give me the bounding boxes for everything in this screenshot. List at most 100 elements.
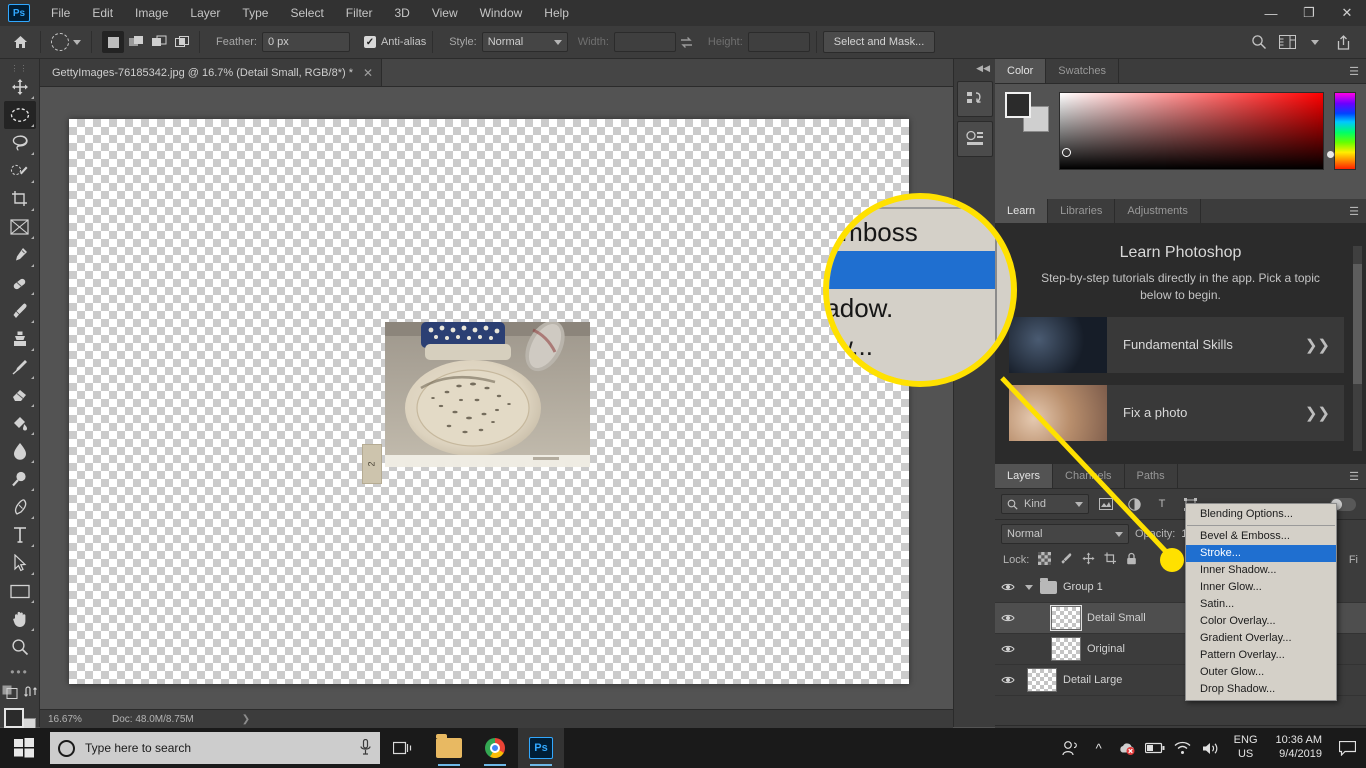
task-view-icon[interactable] — [380, 728, 426, 768]
select-and-mask-button[interactable]: Select and Mask... — [822, 31, 936, 53]
more-tools-button[interactable]: ••• — [0, 665, 39, 679]
menu-window[interactable]: Window — [469, 2, 534, 24]
lock-transparency-icon[interactable] — [1038, 552, 1052, 568]
visibility-toggle-icon[interactable] — [999, 613, 1017, 623]
context-menu-item-stroke[interactable]: Stroke... — [1186, 545, 1336, 562]
panel-menu-icon[interactable]: ☰ — [1342, 464, 1366, 488]
lock-all-icon[interactable] — [1126, 552, 1137, 568]
menu-image[interactable]: Image — [124, 2, 179, 24]
lock-artboard-icon[interactable] — [1104, 552, 1117, 568]
layer-name[interactable]: Original — [1087, 643, 1125, 655]
adjustment-filter-icon[interactable] — [1123, 494, 1145, 514]
volume-icon[interactable] — [1198, 728, 1224, 768]
learn-panel-scrollbar[interactable] — [1353, 246, 1362, 451]
subtract-from-selection-button[interactable] — [148, 31, 170, 53]
menu-select[interactable]: Select — [279, 2, 334, 24]
maximize-button[interactable]: ❐ — [1290, 0, 1328, 26]
artboard-transparent-checkerboard[interactable]: 2 — [69, 119, 909, 684]
layer-style-context-menu[interactable]: Blending Options... Bevel & Emboss... St… — [1185, 503, 1337, 701]
panel-menu-icon[interactable]: ☰ — [1342, 59, 1366, 83]
quick-selection-tool[interactable] — [4, 157, 36, 185]
filter-kind-select[interactable]: Kind — [1001, 494, 1089, 514]
pixel-filter-icon[interactable] — [1095, 494, 1117, 514]
frame-tool[interactable] — [4, 213, 36, 241]
battery-icon[interactable] — [1142, 728, 1168, 768]
blur-tool[interactable] — [4, 437, 36, 465]
menu-file[interactable]: File — [40, 2, 81, 24]
context-menu-item-gradient-overlay[interactable]: Gradient Overlay... — [1186, 630, 1336, 647]
style-select[interactable]: Normal — [481, 32, 568, 52]
close-icon[interactable]: ✕ — [363, 66, 373, 80]
learn-card-fundamental-skills[interactable]: Fundamental Skills ❯❯ — [1009, 316, 1344, 373]
lock-position-icon[interactable] — [1082, 552, 1095, 568]
onedrive-icon[interactable] — [1114, 728, 1140, 768]
width-input[interactable] — [613, 32, 676, 52]
foreground-color-swatch[interactable] — [1005, 92, 1031, 118]
zoom-level[interactable]: 16.67% — [40, 714, 100, 725]
microphone-icon[interactable] — [359, 738, 372, 758]
panel-menu-icon[interactable]: ☰ — [1342, 199, 1366, 223]
layer-thumbnail[interactable] — [1050, 605, 1082, 631]
toolbar-grip[interactable]: ⋮⋮ — [0, 63, 39, 73]
context-menu-item-inner-glow[interactable]: Inner Glow... — [1186, 579, 1336, 596]
notification-icon[interactable] — [1332, 728, 1362, 768]
tab-paths[interactable]: Paths — [1125, 464, 1178, 488]
lock-image-icon[interactable] — [1060, 552, 1073, 568]
status-expand-icon[interactable]: ❯ — [242, 714, 250, 725]
edit-in-quick-mask-icon[interactable] — [2, 685, 18, 702]
feather-input[interactable]: 0 px — [261, 32, 350, 52]
swap-colors-icon[interactable] — [23, 685, 38, 702]
layer-image-detail-small[interactable] — [385, 322, 590, 467]
context-menu-item-blending-options[interactable]: Blending Options... — [1186, 506, 1336, 523]
gradient-tool[interactable] — [4, 409, 36, 437]
dodge-tool[interactable] — [4, 465, 36, 493]
expand-group-icon[interactable] — [1023, 584, 1034, 590]
context-menu-item-satin[interactable]: Satin... — [1186, 596, 1336, 613]
brush-tool[interactable] — [4, 297, 36, 325]
layer-thumbnail[interactable] — [1051, 637, 1081, 661]
document-tab[interactable]: GettyImages-76185342.jpg @ 16.7% (Detail… — [40, 59, 383, 86]
anti-alias-checkbox[interactable]: ✓ Anti-alias — [363, 36, 426, 48]
eyedropper-tool[interactable] — [4, 241, 36, 269]
menu-3d[interactable]: 3D — [383, 2, 420, 24]
hue-slider[interactable] — [1326, 92, 1356, 170]
file-explorer-icon[interactable] — [426, 728, 472, 768]
context-menu-item-bevel-emboss[interactable]: Bevel & Emboss... — [1186, 528, 1336, 545]
elliptical-marquee-tool[interactable] — [3, 101, 36, 129]
minimize-button[interactable]: — — [1252, 0, 1290, 26]
intersect-selection-button[interactable] — [171, 31, 193, 53]
history-panel-icon[interactable] — [956, 81, 993, 117]
menu-filter[interactable]: Filter — [335, 2, 384, 24]
hand-tool[interactable] — [4, 605, 36, 633]
clone-stamp-tool[interactable] — [4, 325, 36, 353]
chevron-down-icon[interactable] — [1302, 30, 1328, 54]
visibility-toggle-icon[interactable] — [999, 644, 1017, 654]
new-selection-button[interactable] — [102, 31, 124, 53]
color-panel-swatches[interactable] — [1005, 92, 1049, 132]
properties-panel-icon[interactable] — [956, 121, 993, 157]
tab-adjustments[interactable]: Adjustments — [1115, 199, 1201, 223]
google-chrome-icon[interactable] — [472, 728, 518, 768]
tab-libraries[interactable]: Libraries — [1048, 199, 1116, 223]
rectangle-tool[interactable] — [4, 577, 36, 605]
visibility-toggle-icon[interactable] — [999, 675, 1017, 685]
collapse-panels-icon[interactable]: ◀◀ — [954, 59, 995, 77]
photoshop-icon[interactable]: Ps — [518, 728, 564, 768]
context-menu-item-pattern-overlay[interactable]: Pattern Overlay... — [1186, 647, 1336, 664]
share-icon[interactable] — [1330, 30, 1356, 54]
history-brush-tool[interactable] — [4, 353, 36, 381]
pen-tool[interactable] — [4, 493, 36, 521]
people-icon[interactable] — [1058, 728, 1084, 768]
clock[interactable]: 10:36 AM 9/4/2019 — [1268, 734, 1330, 762]
learn-card-fix-a-photo[interactable]: Fix a photo ❯❯ — [1009, 384, 1344, 441]
color-spectrum-field[interactable] — [1059, 92, 1324, 170]
type-tool[interactable] — [4, 521, 36, 549]
workspace-icon[interactable] — [1274, 30, 1300, 54]
context-menu-item-outer-glow[interactable]: Outer Glow... — [1186, 664, 1336, 681]
context-menu-item-color-overlay[interactable]: Color Overlay... — [1186, 613, 1336, 630]
path-selection-tool[interactable] — [4, 549, 36, 577]
menu-help[interactable]: Help — [533, 2, 580, 24]
menu-layer[interactable]: Layer — [179, 2, 231, 24]
crop-tool[interactable] — [4, 185, 36, 213]
blend-mode-select[interactable]: Normal — [1001, 524, 1129, 544]
